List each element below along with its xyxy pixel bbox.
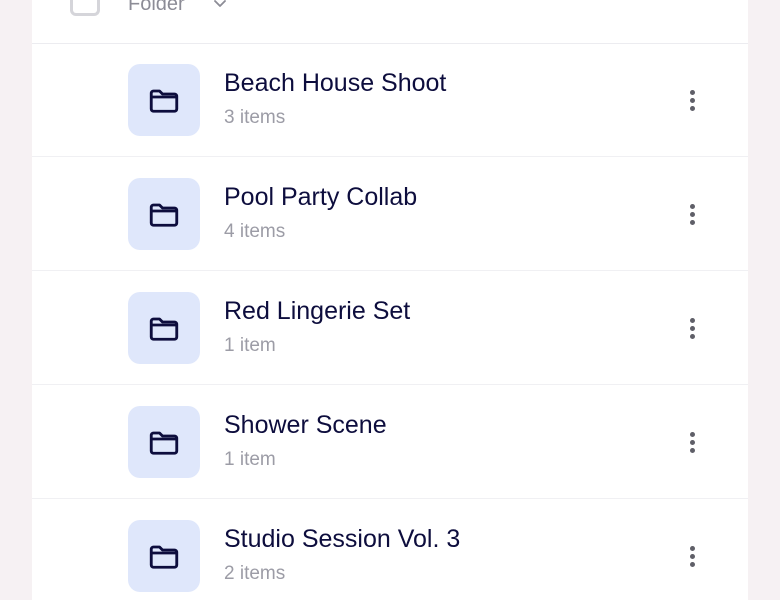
more-options-button[interactable] [678,314,706,342]
more-options-button[interactable] [678,428,706,456]
kebab-dot [689,105,695,111]
folder-tile[interactable] [128,178,200,250]
folder-icon [149,89,179,113]
folder-item-count: 3 items [224,107,286,128]
folder-icon [149,545,179,569]
folder-item-count: 1 item [224,335,276,356]
folder-icon [149,203,179,227]
folder-name[interactable]: Shower Scene [224,410,387,440]
more-options-button[interactable] [678,200,706,228]
kebab-dot [689,211,695,217]
folder-row[interactable]: Studio Session Vol. 3 2 items [32,499,748,600]
folder-list-panel: Folder Beach House Shoot 3 items Pool Pa… [32,0,748,600]
folder-name[interactable]: Beach House Shoot [224,68,446,98]
kebab-dot [689,439,695,445]
folder-name[interactable]: Red Lingerie Set [224,296,410,326]
folder-item-count: 4 items [224,221,286,242]
kebab-dot [689,89,695,95]
chevron-down-icon[interactable] [212,0,228,12]
folder-tile[interactable] [128,520,200,592]
folder-item-count: 1 item [224,449,276,470]
kebab-dot [689,203,695,209]
folder-tile[interactable] [128,292,200,364]
folder-icon [149,431,179,455]
folder-item-count: 2 items [224,563,286,584]
more-options-button[interactable] [678,542,706,570]
kebab-dot [689,561,695,567]
kebab-dot [689,431,695,437]
kebab-dot [689,317,695,323]
sort-dropdown-label[interactable]: Folder [128,0,185,16]
folder-row[interactable]: Red Lingerie Set 1 item [32,271,748,385]
folder-row[interactable]: Pool Party Collab 4 items [32,157,748,271]
kebab-dot [689,219,695,225]
list-header: Folder [32,0,748,44]
folder-icon [149,317,179,341]
kebab-dot [689,325,695,331]
select-all-checkbox[interactable] [70,0,100,16]
kebab-dot [689,545,695,551]
kebab-dot [689,553,695,559]
folder-name[interactable]: Studio Session Vol. 3 [224,524,460,554]
kebab-dot [689,447,695,453]
kebab-dot [689,97,695,103]
more-options-button[interactable] [678,86,706,114]
folder-name[interactable]: Pool Party Collab [224,182,417,212]
folder-list: Beach House Shoot 3 items Pool Party Col… [32,43,748,600]
folder-row[interactable]: Beach House Shoot 3 items [32,43,748,157]
kebab-dot [689,333,695,339]
folder-tile[interactable] [128,406,200,478]
folder-tile[interactable] [128,64,200,136]
folder-row[interactable]: Shower Scene 1 item [32,385,748,499]
